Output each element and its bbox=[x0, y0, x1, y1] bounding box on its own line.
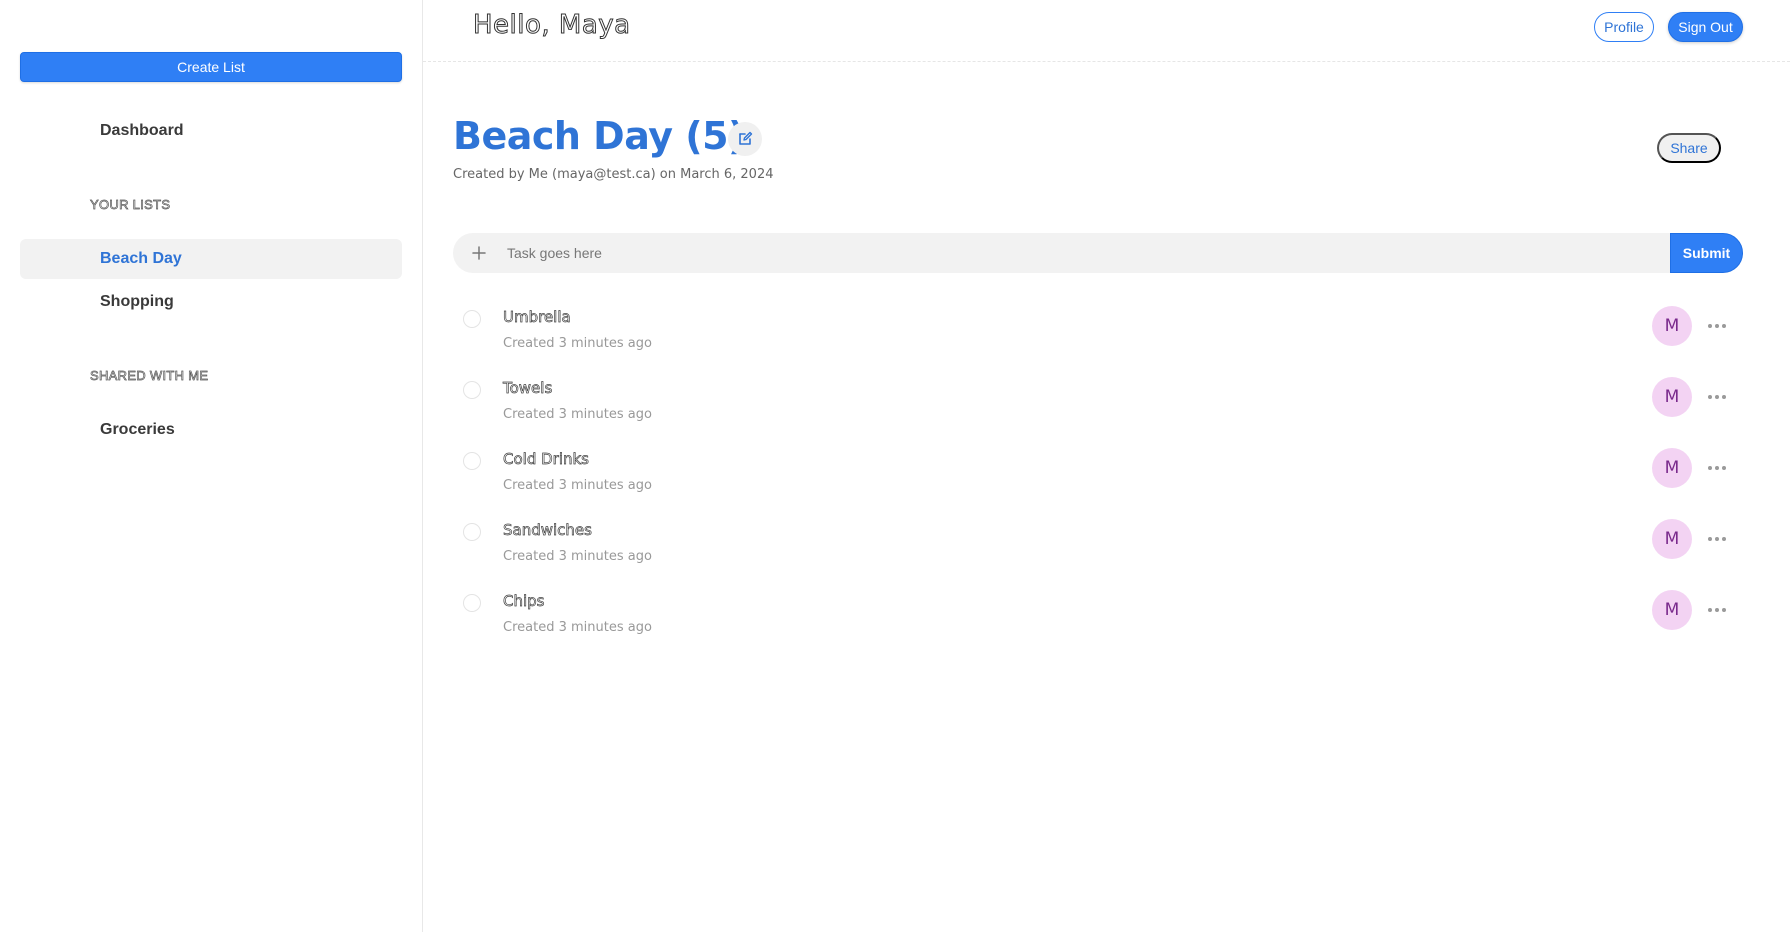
profile-button[interactable]: Profile bbox=[1594, 12, 1654, 42]
avatar: M bbox=[1652, 448, 1692, 488]
avatar: M bbox=[1652, 377, 1692, 417]
task-created: Created 3 minutes ago bbox=[503, 336, 652, 351]
greeting: Hello, Maya bbox=[473, 10, 631, 41]
sidebar-item-dashboard[interactable]: Dashboard bbox=[20, 111, 402, 151]
edit-title-button[interactable] bbox=[728, 122, 762, 156]
sidebar-item-label: Shopping bbox=[100, 293, 174, 310]
avatar: M bbox=[1652, 590, 1692, 630]
task-row: Towels Created 3 minutes ago M bbox=[453, 373, 1743, 443]
more-options-button[interactable] bbox=[1704, 314, 1730, 338]
more-horizontal-icon bbox=[1708, 395, 1726, 399]
task-name: Chips bbox=[503, 592, 545, 611]
top-header: Hello, Maya Profile Sign Out bbox=[423, 0, 1790, 62]
more-horizontal-icon bbox=[1708, 324, 1726, 328]
shared-with-me-heading: SHARED WITH ME bbox=[90, 368, 209, 384]
more-options-button[interactable] bbox=[1704, 385, 1730, 409]
create-list-button[interactable]: Create List bbox=[20, 52, 402, 82]
plus-icon bbox=[469, 243, 489, 263]
sidebar-item-shopping[interactable]: Shopping bbox=[20, 282, 402, 322]
avatar: M bbox=[1652, 306, 1692, 346]
more-horizontal-icon bbox=[1708, 537, 1726, 541]
more-options-button[interactable] bbox=[1704, 456, 1730, 480]
sidebar-item-groceries[interactable]: Groceries bbox=[20, 410, 402, 450]
sidebar-item-label: Dashboard bbox=[100, 122, 184, 139]
task-row: Sandwiches Created 3 minutes ago M bbox=[453, 515, 1743, 585]
your-lists-heading: YOUR LISTS bbox=[90, 197, 171, 213]
task-checkbox[interactable] bbox=[463, 452, 481, 470]
task-row: Cold Drinks Created 3 minutes ago M bbox=[453, 444, 1743, 514]
sidebar: Create List Dashboard YOUR LISTS Beach D… bbox=[0, 0, 423, 932]
task-checkbox[interactable] bbox=[463, 381, 481, 399]
task-name: Towels bbox=[503, 379, 553, 398]
task-input[interactable] bbox=[507, 233, 1657, 273]
task-created: Created 3 minutes ago bbox=[503, 478, 652, 493]
sidebar-item-label: Groceries bbox=[100, 421, 175, 438]
task-name: Umbrella bbox=[503, 308, 571, 327]
task-name: Cold Drinks bbox=[503, 450, 590, 469]
task-created: Created 3 minutes ago bbox=[503, 549, 652, 564]
avatar: M bbox=[1652, 519, 1692, 559]
task-created: Created 3 minutes ago bbox=[503, 407, 652, 422]
share-button[interactable]: Share bbox=[1657, 133, 1721, 163]
sidebar-item-beach-day[interactable]: Beach Day bbox=[20, 239, 402, 279]
task-checkbox[interactable] bbox=[463, 310, 481, 328]
more-horizontal-icon bbox=[1708, 466, 1726, 470]
task-checkbox[interactable] bbox=[463, 594, 481, 612]
task-row: Chips Created 3 minutes ago M bbox=[453, 586, 1743, 656]
task-name: Sandwiches bbox=[503, 521, 593, 540]
sidebar-item-label: Beach Day bbox=[100, 250, 182, 267]
sign-out-button[interactable]: Sign Out bbox=[1668, 12, 1743, 42]
more-horizontal-icon bbox=[1708, 608, 1726, 612]
add-task-bar: Submit bbox=[453, 233, 1743, 273]
task-created: Created 3 minutes ago bbox=[503, 620, 652, 635]
more-options-button[interactable] bbox=[1704, 598, 1730, 622]
task-row: Umbrella Created 3 minutes ago M bbox=[453, 302, 1743, 372]
page-title: Beach Day (5) bbox=[453, 114, 745, 158]
submit-button[interactable]: Submit bbox=[1670, 233, 1743, 273]
task-checkbox[interactable] bbox=[463, 523, 481, 541]
more-options-button[interactable] bbox=[1704, 527, 1730, 551]
list-meta: Created by Me (maya@test.ca) on March 6,… bbox=[453, 167, 774, 182]
edit-icon bbox=[739, 131, 753, 145]
